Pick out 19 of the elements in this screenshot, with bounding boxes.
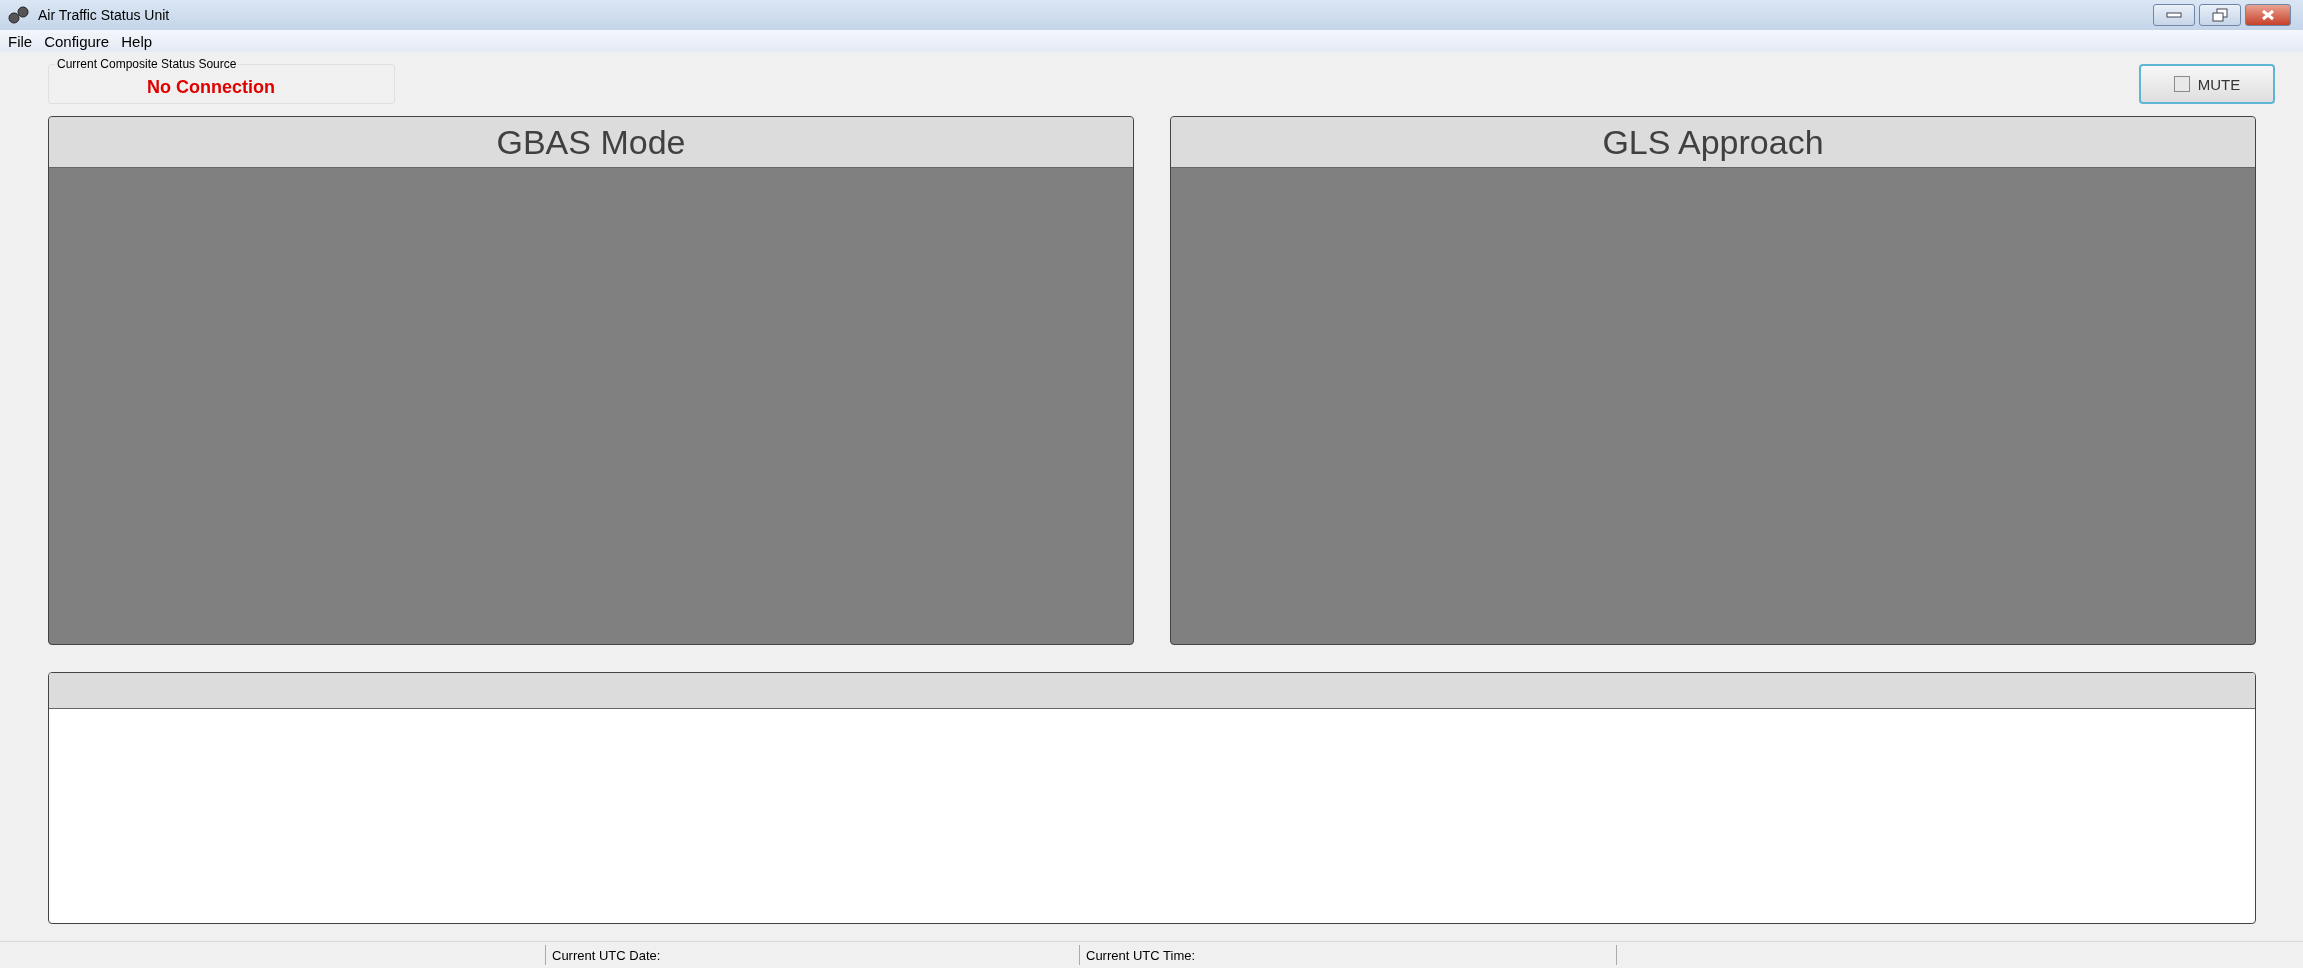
- panel-title: GLS Approach: [1171, 117, 2255, 168]
- menu-item[interactable]: File: [2, 32, 39, 50]
- connection-status: No Connection: [147, 77, 275, 98]
- minimize-icon: [2166, 12, 2182, 18]
- restore-icon: [2212, 8, 2228, 22]
- status-text: Current UTC Time:: [1086, 947, 1196, 963]
- group-label: Current Composite Status Source: [55, 57, 239, 71]
- panel-title: GBAS Mode: [49, 117, 1133, 168]
- window-title: Air Traffic Status Unit: [38, 7, 170, 23]
- mute-toggle[interactable]: MUTE: [2139, 64, 2275, 104]
- checkbox[interactable]: [2173, 76, 2190, 92]
- close-button[interactable]: [2245, 4, 2291, 26]
- menu-item[interactable]: Help: [115, 32, 159, 50]
- restore-button[interactable]: [2199, 4, 2241, 26]
- app-icon: [8, 6, 30, 24]
- menu-item[interactable]: Configure: [38, 32, 116, 50]
- minimize-button[interactable]: [2153, 4, 2195, 26]
- status-text: Current UTC Date:: [552, 947, 661, 963]
- close-icon: [2261, 9, 2275, 21]
